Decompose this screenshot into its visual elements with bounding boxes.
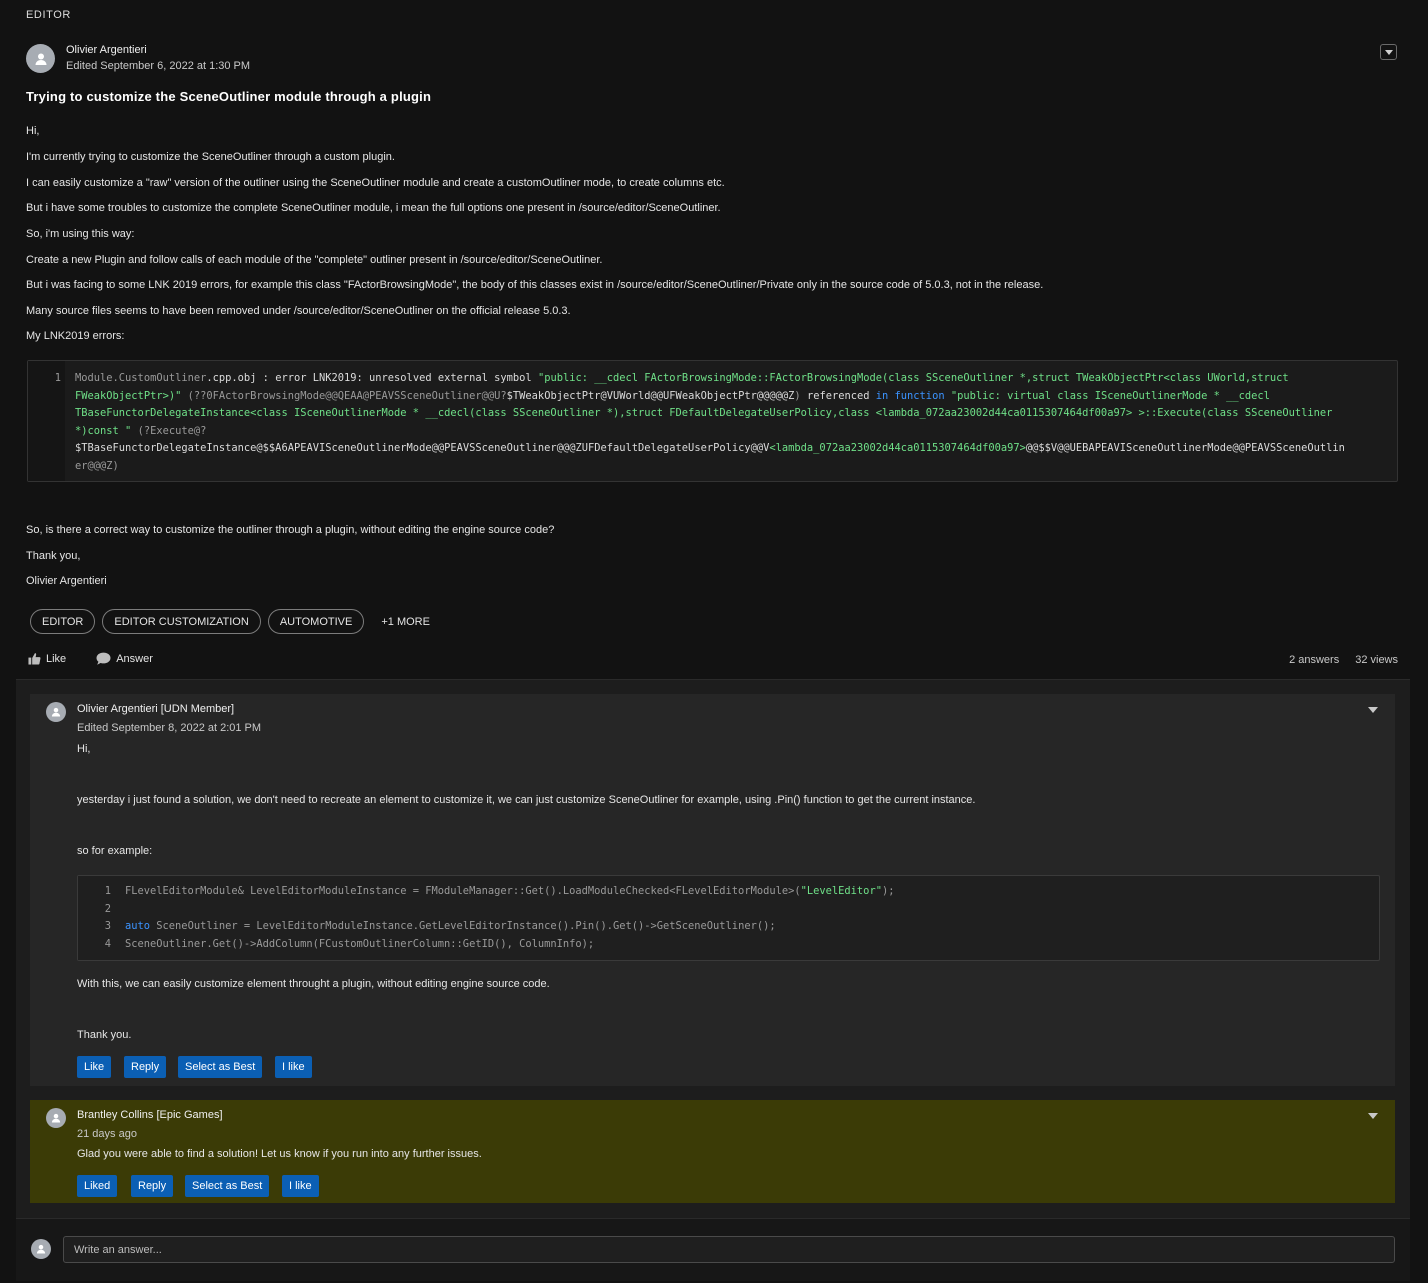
i-like-button[interactable]: I like	[282, 1175, 319, 1197]
select-as-best-button[interactable]: Select as Best	[185, 1175, 270, 1197]
error-code-block: 1 Module.CustomOutliner.cpp.obj : error …	[27, 360, 1398, 482]
select-as-best-button[interactable]: Select as Best	[178, 1056, 263, 1078]
question-paragraph: Hi,	[26, 125, 40, 137]
question-paragraph: But i have some troubles to customize th…	[26, 202, 721, 214]
code-content: FLevelEditorModule& LevelEditorModuleIns…	[125, 883, 894, 953]
answer-edited-date: Edited September 8, 2022 at 2:01 PM	[77, 722, 262, 734]
question-paragraph: I can easily customize a "raw" version o…	[26, 177, 725, 189]
category-label: EDITOR	[26, 9, 71, 21]
code-line: Module.CustomOutliner.cpp.obj : error LN…	[75, 372, 1289, 384]
answer-date: 21 days ago	[77, 1128, 137, 1140]
views-count: 32 views	[1355, 654, 1398, 666]
reply-bar	[16, 1218, 1410, 1281]
question-signature: Olivier Argentieri	[26, 575, 107, 587]
more-tags-link[interactable]: +1 MORE	[381, 616, 430, 628]
code-line: $TBaseFunctorDelegateInstance@$$A6APEAVI…	[75, 442, 1345, 454]
tag-automotive[interactable]: AUTOMOTIVE	[267, 609, 365, 634]
avatar[interactable]	[26, 44, 55, 73]
question-paragraph: Thank you,	[26, 550, 81, 562]
like-label: Like	[46, 652, 67, 665]
i-like-button[interactable]: I like	[275, 1056, 312, 1078]
line-number: 4	[104, 937, 111, 950]
question-menu-button[interactable]	[1380, 44, 1397, 60]
question-paragraph: Many source files seems to have been rem…	[26, 305, 571, 317]
answer-card: Olivier Argentieri [UDN Member] Edited S…	[30, 694, 1395, 1086]
question-edited-date: Edited September 6, 2022 at 1:30 PM	[66, 60, 251, 72]
code-content: Module.CustomOutliner.cpp.obj : error LN…	[75, 370, 1345, 475]
answer-input[interactable]	[63, 1236, 1395, 1263]
answer-paragraph: Thank you.	[77, 1029, 132, 1041]
code-line: *)const " (?Execute@?	[75, 424, 207, 437]
question-paragraph: But i was facing to some LNK 2019 errors…	[26, 279, 1044, 291]
avatar[interactable]	[46, 702, 66, 722]
line-number: 1	[28, 361, 65, 481]
code-line: auto SceneOutliner = LevelEditorModuleIn…	[125, 920, 776, 932]
avatar[interactable]	[46, 1108, 66, 1128]
tag-editor[interactable]: EDITOR	[30, 609, 96, 634]
code-line: FLevelEditorModule& LevelEditorModuleIns…	[125, 885, 895, 897]
answer-paragraph: Hi,	[77, 743, 91, 755]
thumbs-up-icon	[28, 653, 41, 665]
answer-author[interactable]: Olivier Argentieri [UDN Member]	[77, 702, 234, 717]
tag-editor-customization[interactable]: EDITOR CUSTOMIZATION	[102, 609, 261, 634]
reply-button[interactable]: Reply	[124, 1056, 167, 1078]
code-line: er@@@Z)	[75, 459, 119, 472]
code-line: TBaseFunctorDelegateInstance<class IScen…	[75, 407, 1333, 419]
answers-count: 2 answers	[1289, 654, 1340, 666]
question-paragraph: My LNK2019 errors:	[26, 330, 125, 342]
line-number: 3	[104, 920, 111, 932]
answer-paragraph: yesterday i just found a solution, we do…	[77, 794, 976, 806]
question-author[interactable]: Olivier Argentieri	[66, 43, 250, 58]
tag-list: EDITOR EDITOR CUSTOMIZATION AUTOMOTIVE +…	[30, 609, 430, 634]
code-line: FWeakObjectPtr>)" (??0FActorBrowsingMode…	[75, 389, 1270, 402]
chevron-down-icon[interactable]	[1368, 1113, 1378, 1119]
chevron-down-icon	[1384, 49, 1393, 55]
question-stats: 2 answers 32 views	[1289, 654, 1398, 666]
like-button[interactable]: Like	[28, 652, 66, 665]
answer-author[interactable]: Brantley Collins [Epic Games]	[77, 1108, 223, 1123]
question-header: Olivier Argentieri Edited September 6, 2…	[26, 43, 250, 74]
comment-icon	[96, 652, 111, 665]
question-paragraph: I'm currently trying to customize the Sc…	[26, 151, 395, 163]
question-actions: Like Answer	[28, 652, 183, 665]
question-paragraph: Create a new Plugin and follow calls of …	[26, 254, 603, 266]
line-numbers: 1 2 3 4	[78, 876, 116, 960]
user-icon	[35, 53, 46, 65]
answer-paragraph: Glad you were able to find a solution! L…	[77, 1148, 482, 1160]
like-button[interactable]: Like	[77, 1056, 112, 1078]
user-icon	[36, 1244, 46, 1254]
answer-label: Answer	[116, 652, 153, 665]
line-number: 1	[104, 885, 111, 897]
user-icon	[51, 707, 61, 717]
answer-button[interactable]: Answer	[96, 652, 153, 665]
question-paragraph: So, i'm using this way:	[26, 228, 135, 240]
question-paragraph: So, is there a correct way to customize …	[26, 524, 555, 536]
answer-paragraph: so for example:	[77, 845, 153, 857]
solution-code-block: 1 2 3 4 FLevelEditorModule& LevelEditorM…	[77, 875, 1380, 961]
answers-section: Olivier Argentieri [UDN Member] Edited S…	[16, 680, 1410, 1218]
code-line: SceneOutliner.Get()->AddColumn(FCustomOu…	[125, 937, 595, 950]
liked-button[interactable]: Liked	[77, 1175, 118, 1197]
user-icon	[51, 1113, 61, 1123]
reply-button[interactable]: Reply	[131, 1175, 174, 1197]
chevron-down-icon[interactable]	[1368, 707, 1378, 713]
answer-card-highlighted: Brantley Collins [Epic Games] 21 days ag…	[30, 1100, 1395, 1203]
answer-paragraph: With this, we can easily customize eleme…	[77, 978, 550, 990]
line-number: 2	[104, 902, 111, 915]
question-title: Trying to customize the SceneOutliner mo…	[26, 89, 432, 104]
avatar	[31, 1239, 51, 1259]
